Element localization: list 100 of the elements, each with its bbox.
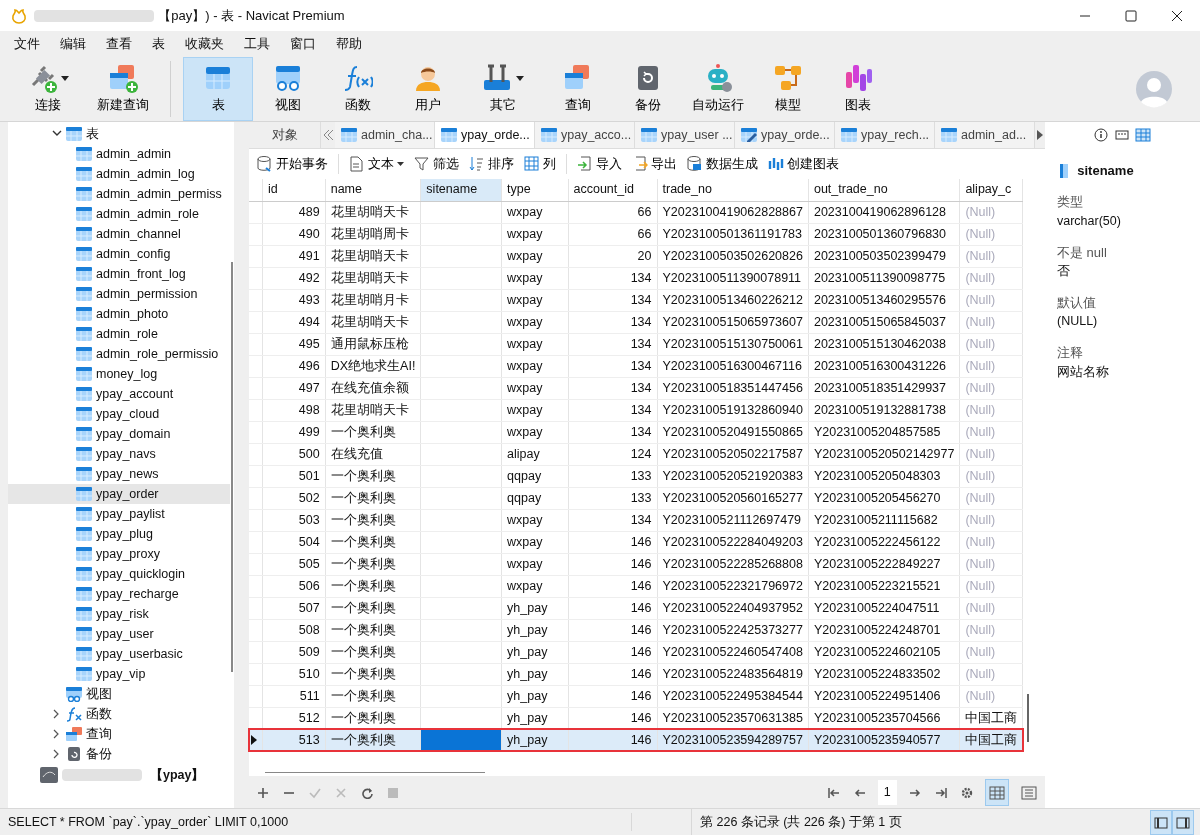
column-header[interactable]: id bbox=[262, 179, 326, 201]
tree-item[interactable]: admin_photo bbox=[8, 304, 230, 324]
tree-item[interactable]: admin_permission bbox=[8, 284, 230, 304]
tree-item[interactable]: ypay_recharge bbox=[8, 584, 230, 604]
toolbar-button[interactable]: 排序 bbox=[465, 152, 518, 176]
tree-item[interactable]: ypay_news bbox=[8, 464, 230, 484]
tree-item[interactable]: 视图 bbox=[86, 684, 112, 704]
tree-item[interactable]: admin_config bbox=[8, 244, 230, 264]
toolbar-button[interactable]: 查询 bbox=[543, 57, 613, 121]
table-cell: 504 bbox=[262, 531, 326, 553]
toolbar-button[interactable]: 新建查询 bbox=[88, 57, 158, 121]
menu-item[interactable]: 文件 bbox=[6, 34, 52, 54]
column-header[interactable]: account_id bbox=[568, 179, 657, 201]
column-header[interactable]: type bbox=[501, 179, 568, 201]
tab[interactable]: ypay_orde... bbox=[435, 122, 535, 148]
tab[interactable]: ypay_orde... bbox=[735, 122, 835, 148]
tree-item[interactable]: 查询 bbox=[86, 724, 112, 744]
toolbar-button[interactable]: 导入 bbox=[573, 152, 626, 176]
tree-item[interactable]: admin_admin bbox=[8, 144, 230, 164]
toolbar-button[interactable]: 自动运行 bbox=[683, 57, 753, 121]
column-header[interactable]: name bbox=[325, 179, 421, 201]
menu-item[interactable]: 编辑 bbox=[52, 34, 98, 54]
toolbar-button[interactable]: 模型 bbox=[753, 57, 823, 121]
tree-item[interactable]: admin_channel bbox=[8, 224, 230, 244]
tree-item[interactable]: 备份 bbox=[86, 744, 112, 764]
table-cell: 146 bbox=[568, 575, 657, 597]
toolbar-button[interactable]: 导出 bbox=[628, 152, 681, 176]
page-number-field[interactable]: 1 bbox=[877, 779, 897, 805]
tree-item[interactable]: 表 bbox=[86, 124, 99, 144]
tree-item[interactable]: ypay_proxy bbox=[8, 544, 230, 564]
tree-item[interactable]: ypay_cloud bbox=[8, 404, 230, 424]
tab[interactable]: ypay_acco... bbox=[535, 122, 635, 148]
toolbar-button[interactable]: 视图 bbox=[253, 57, 323, 121]
toolbar-button[interactable]: 开始事务 bbox=[253, 152, 332, 176]
toolbar-button[interactable]: 列 bbox=[520, 152, 560, 176]
toolbar-button[interactable]: 连接 bbox=[8, 57, 88, 121]
tree-item[interactable]: ypay_domain bbox=[8, 424, 230, 444]
tree-item[interactable]: ypay_plug bbox=[8, 524, 230, 544]
toolbar-button[interactable]: 创建图表 bbox=[764, 152, 843, 176]
info-icon[interactable] bbox=[1094, 128, 1109, 142]
scroll-left-icon[interactable] bbox=[321, 129, 335, 141]
tree-item[interactable]: 函数 bbox=[86, 704, 112, 724]
column-header[interactable]: alipay_c bbox=[959, 179, 1023, 201]
menu-item[interactable]: 窗口 bbox=[282, 34, 328, 54]
right-panel-button[interactable] bbox=[1171, 809, 1194, 835]
table-cell: 146 bbox=[568, 531, 657, 553]
horizontal-scrollbar[interactable] bbox=[265, 771, 485, 773]
tab[interactable]: ypay_user ... bbox=[635, 122, 735, 148]
tree-item[interactable]: ypay_paylist bbox=[8, 504, 230, 524]
menu-item[interactable]: 收藏夹 bbox=[177, 34, 236, 54]
tree-item[interactable]: ypay_order bbox=[8, 484, 230, 504]
tree-item[interactable]: ypay_userbasic bbox=[8, 644, 230, 664]
tree-item[interactable]: ypay_risk bbox=[8, 604, 230, 624]
table-icon bbox=[76, 567, 92, 581]
tab[interactable]: ypay_rech... bbox=[835, 122, 935, 148]
table-cell: 133 bbox=[568, 465, 657, 487]
tree-item[interactable]: admin_admin_role bbox=[8, 204, 230, 224]
toolbar-button[interactable]: 文本 bbox=[345, 152, 408, 176]
table-cell: Y20231005205456270 bbox=[808, 487, 960, 509]
tree-item[interactable]: admin_front_log bbox=[8, 264, 230, 284]
tree-item[interactable]: admin_role bbox=[8, 324, 230, 344]
menu-item[interactable]: 查看 bbox=[98, 34, 144, 54]
column-header[interactable]: out_trade_no bbox=[808, 179, 960, 201]
menu-item[interactable]: 工具 bbox=[236, 34, 282, 54]
toolbar-button[interactable]: 用户 bbox=[393, 57, 463, 121]
column-header[interactable]: trade_no bbox=[657, 179, 809, 201]
tree-item[interactable]: ypay_quicklogin bbox=[8, 564, 230, 584]
scrollbar-thumb[interactable] bbox=[1027, 694, 1030, 742]
tab[interactable]: admin_ad... bbox=[935, 122, 1035, 148]
table-cell: 508 bbox=[262, 619, 326, 641]
grid-view-icon[interactable] bbox=[1134, 128, 1151, 142]
column-header[interactable]: sitename bbox=[420, 179, 502, 201]
toolbar-button[interactable]: 函数 bbox=[323, 57, 393, 121]
table-cell: 511 bbox=[262, 685, 326, 707]
toolbar-button[interactable]: 图表 bbox=[823, 57, 893, 121]
columns-icon bbox=[524, 156, 540, 172]
grid-view-button[interactable] bbox=[985, 778, 1009, 806]
next-page-icon bbox=[909, 786, 921, 799]
menu-item[interactable]: 帮助 bbox=[328, 34, 374, 54]
menu-item[interactable]: 表 bbox=[144, 34, 177, 54]
tree-item[interactable]: ypay_vip bbox=[8, 664, 230, 684]
tree-item[interactable]: ypay_account bbox=[8, 384, 230, 404]
scrollbar-thumb[interactable] bbox=[231, 262, 233, 672]
toolbar-button[interactable]: 表 bbox=[183, 57, 253, 121]
toolbar-button[interactable]: 备份 bbox=[613, 57, 683, 121]
left-panel-button[interactable] bbox=[1149, 809, 1172, 835]
tree-item[interactable]: admin_admin_permiss bbox=[8, 184, 230, 204]
tree-item[interactable]: ypay_user bbox=[8, 624, 230, 644]
table-cell: Y2023100523570631385 bbox=[657, 707, 809, 729]
connection-item[interactable]: 【ypay】 bbox=[150, 765, 205, 785]
toolbar-button[interactable]: 其它 bbox=[463, 57, 543, 121]
toolbar-button[interactable]: 数据生成 bbox=[683, 152, 762, 176]
tree-item[interactable]: admin_admin_log bbox=[8, 164, 230, 184]
tree-item[interactable]: ypay_navs bbox=[8, 444, 230, 464]
tree-item[interactable]: admin_role_permissio bbox=[8, 344, 230, 364]
ddl-icon[interactable] bbox=[1114, 128, 1129, 142]
tree-item[interactable]: money_log bbox=[8, 364, 230, 384]
table-cell: 20 bbox=[568, 245, 657, 267]
tab[interactable]: admin_cha... bbox=[335, 122, 435, 148]
toolbar-button[interactable]: 筛选 bbox=[410, 152, 463, 176]
